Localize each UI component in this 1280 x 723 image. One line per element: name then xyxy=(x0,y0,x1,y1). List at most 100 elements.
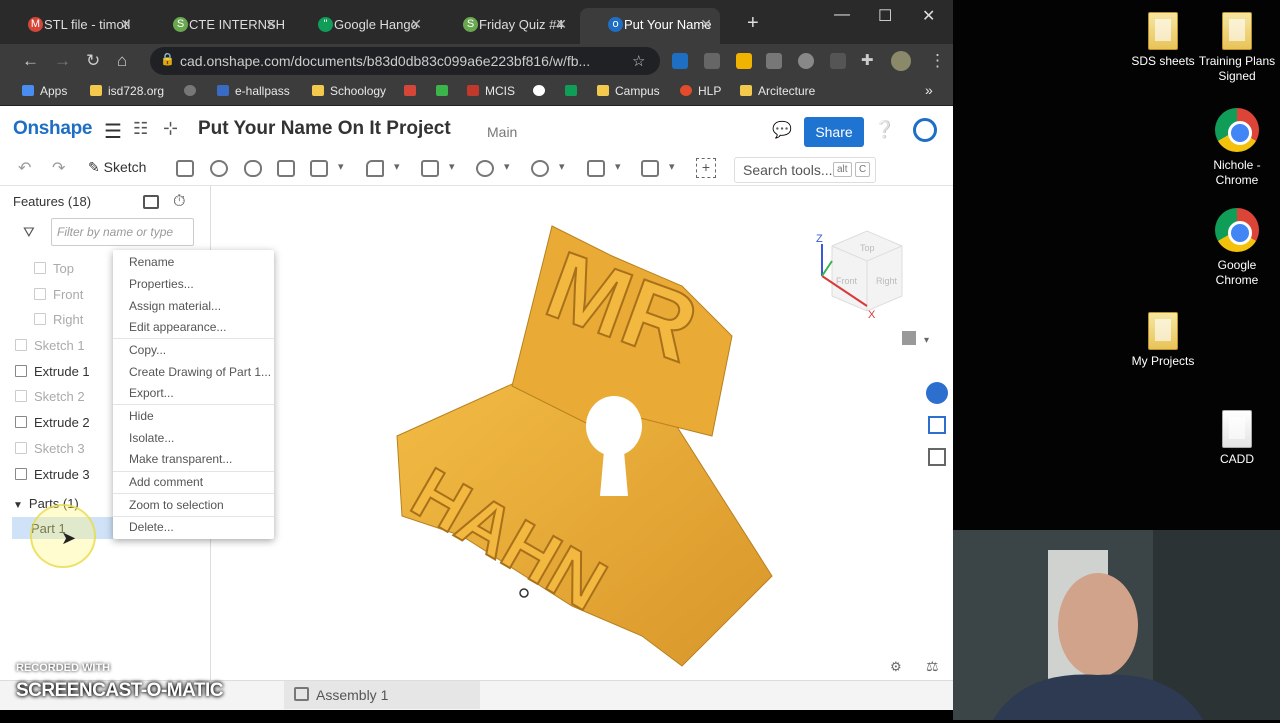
new-tab-button[interactable]: + xyxy=(747,12,759,35)
menu-item-delete[interactable]: Delete... xyxy=(129,520,174,534)
maximize-icon[interactable]: ☐ xyxy=(878,6,892,26)
revolve-icon[interactable] xyxy=(210,160,228,177)
bookmark-green[interactable] xyxy=(436,84,454,98)
filter-icon[interactable]: ⛛ xyxy=(23,224,35,241)
avatar[interactable] xyxy=(891,51,911,71)
extrude-icon[interactable] xyxy=(176,160,194,177)
add-folder-icon[interactable] xyxy=(143,195,159,209)
menu-item-rename[interactable]: Rename xyxy=(129,255,174,269)
extension-icon[interactable] xyxy=(672,53,688,69)
sweep-icon[interactable] xyxy=(244,160,262,177)
plane-top[interactable]: Top xyxy=(34,261,74,276)
reload-icon[interactable]: ↻ xyxy=(86,51,100,71)
graphics-viewport[interactable]: MR HAHN Top Front Right Z X ▾ ⚙ ⚖ xyxy=(212,186,953,680)
close-tab-icon[interactable]: ✕ xyxy=(555,16,567,33)
branch-name[interactable]: Main xyxy=(487,124,517,140)
feature-sketch-3[interactable]: Sketch 3 xyxy=(15,441,85,456)
plane-front[interactable]: Front xyxy=(34,287,83,302)
extension-icon[interactable] xyxy=(736,53,752,69)
boolean-icon[interactable] xyxy=(476,160,494,177)
feature-list-icon[interactable]: ☷ xyxy=(133,119,148,139)
menu-item-hide[interactable]: Hide xyxy=(129,409,154,423)
desktop-icon-sds-sheets[interactable]: SDS sheets xyxy=(1123,12,1203,69)
feature-filter-input[interactable]: Filter by name or type xyxy=(51,218,194,246)
puzzle-icon[interactable]: ✚ xyxy=(861,51,874,69)
comment-icon[interactable]: 💬 xyxy=(772,120,792,140)
bookmark-hlp[interactable]: HLP xyxy=(680,84,721,98)
feature-sketch-2[interactable]: Sketch 2 xyxy=(15,389,85,404)
forward-icon[interactable]: → xyxy=(54,51,71,71)
loft-icon[interactable] xyxy=(277,160,295,177)
mate-connector-icon[interactable] xyxy=(641,160,659,177)
bookmark-ehallpass[interactable]: e-hallpass xyxy=(217,84,290,98)
chevron-down-icon[interactable]: ▾ xyxy=(449,160,455,173)
desktop-icon-nichole-chrome[interactable]: Nichole - Chrome xyxy=(1197,108,1277,188)
extension-icon[interactable] xyxy=(704,53,720,69)
chevron-down-icon[interactable]: ▾ xyxy=(504,160,510,173)
appearance-icon[interactable] xyxy=(926,382,948,404)
browser-tab[interactable]: S Friday Quiz #4 ✕ xyxy=(435,8,575,44)
menu-item-export[interactable]: Export... xyxy=(129,386,174,400)
insert-icon[interactable]: ⊹ xyxy=(163,118,178,139)
desktop-icon-google-chrome[interactable]: Google Chrome xyxy=(1197,208,1277,288)
home-icon[interactable]: ⌂ xyxy=(117,51,127,71)
menu-item-properties[interactable]: Properties... xyxy=(129,277,194,291)
document-title[interactable]: Put Your Name On It Project xyxy=(198,118,451,140)
bookmark-arcitecture[interactable]: Arcitecture xyxy=(740,84,815,98)
close-window-icon[interactable]: ✕ xyxy=(922,6,935,26)
desktop-icon-cadd[interactable]: CADD xyxy=(1197,410,1277,467)
feature-extrude-3[interactable]: Extrude 3 xyxy=(15,467,90,482)
back-icon[interactable]: ← xyxy=(22,51,39,71)
rollback-timer-icon[interactable]: ⏱ xyxy=(173,193,185,211)
share-button[interactable]: Share xyxy=(804,117,864,147)
add-custom-feature-icon[interactable]: + xyxy=(696,158,716,178)
chevron-down-icon[interactable]: ▾ xyxy=(559,160,565,173)
menu-dots-icon[interactable]: ⋮ xyxy=(929,51,946,71)
minimize-icon[interactable]: — xyxy=(834,6,850,24)
bookmark-campus[interactable]: Campus xyxy=(597,84,660,98)
desktop-icon-my-projects[interactable]: My Projects xyxy=(1123,312,1203,369)
extension-icon[interactable] xyxy=(830,53,846,69)
search-tools-input[interactable]: Search tools... alt C xyxy=(734,157,876,183)
plane-icon[interactable] xyxy=(587,160,605,177)
browser-tab[interactable]: " Google Hango ✕ xyxy=(290,8,430,44)
feature-sketch-1[interactable]: Sketch 1 xyxy=(15,338,85,353)
fillet-icon[interactable] xyxy=(366,160,384,177)
bookmark-icon-only[interactable] xyxy=(184,84,202,98)
close-tab-icon[interactable]: ✕ xyxy=(410,16,422,33)
user-avatar-icon[interactable] xyxy=(913,118,937,142)
more-bookmarks-icon[interactable]: » xyxy=(925,82,933,98)
help-icon[interactable]: ❔ xyxy=(874,120,895,140)
mass-properties-icon[interactable]: ⚖ xyxy=(926,658,939,675)
chevron-down-icon[interactable]: ▾ xyxy=(394,160,400,173)
chevron-down-icon[interactable]: ▾ xyxy=(669,160,675,173)
menu-item-edit-appearance[interactable]: Edit appearance... xyxy=(129,320,226,334)
hamburger-menu-icon[interactable]: ☰ xyxy=(104,119,122,144)
browser-tab-active[interactable]: o Put Your Name ✕ xyxy=(580,8,720,44)
url-field[interactable]: 🔒 cad.onshape.com/documents/b83d0db83c09… xyxy=(150,47,660,75)
onshape-logo[interactable]: Onshape xyxy=(13,118,93,140)
feature-extrude-1[interactable]: Extrude 1 xyxy=(15,364,90,379)
menu-item-copy[interactable]: Copy... xyxy=(129,343,166,357)
bookmark-schoology[interactable]: Schoology xyxy=(312,84,386,98)
close-tab-icon[interactable]: ✕ xyxy=(265,16,277,33)
extension-icon[interactable] xyxy=(766,53,782,69)
menu-item-zoom-to-selection[interactable]: Zoom to selection xyxy=(129,498,224,512)
plane-right[interactable]: Right xyxy=(34,312,83,327)
chevron-down-icon[interactable]: ▾ xyxy=(338,160,344,173)
browser-tab[interactable]: S CTE INTERNSH ✕ xyxy=(145,8,285,44)
menu-item-create-drawing[interactable]: Create Drawing of Part 1... xyxy=(129,365,271,379)
menu-item-add-comment[interactable]: Add comment xyxy=(129,475,203,489)
bookmark-apps[interactable]: Apps xyxy=(22,84,67,98)
close-tab-icon[interactable]: ✕ xyxy=(120,16,132,33)
bookmark-drive[interactable] xyxy=(565,84,583,98)
menu-item-isolate[interactable]: Isolate... xyxy=(129,431,174,445)
section-view-icon[interactable] xyxy=(928,416,946,434)
redo-icon[interactable]: ↷ xyxy=(52,158,65,178)
browser-tab[interactable]: M STL file - timotl ✕ xyxy=(0,8,140,44)
menu-item-assign-material[interactable]: Assign material... xyxy=(129,299,221,313)
tab-assembly-1[interactable]: Assembly 1 xyxy=(284,681,480,709)
bookmark-isd728[interactable]: isd728.org xyxy=(90,84,164,98)
close-tab-icon[interactable]: ✕ xyxy=(700,16,712,33)
bookmark-mcis[interactable]: MCIS xyxy=(467,84,515,98)
